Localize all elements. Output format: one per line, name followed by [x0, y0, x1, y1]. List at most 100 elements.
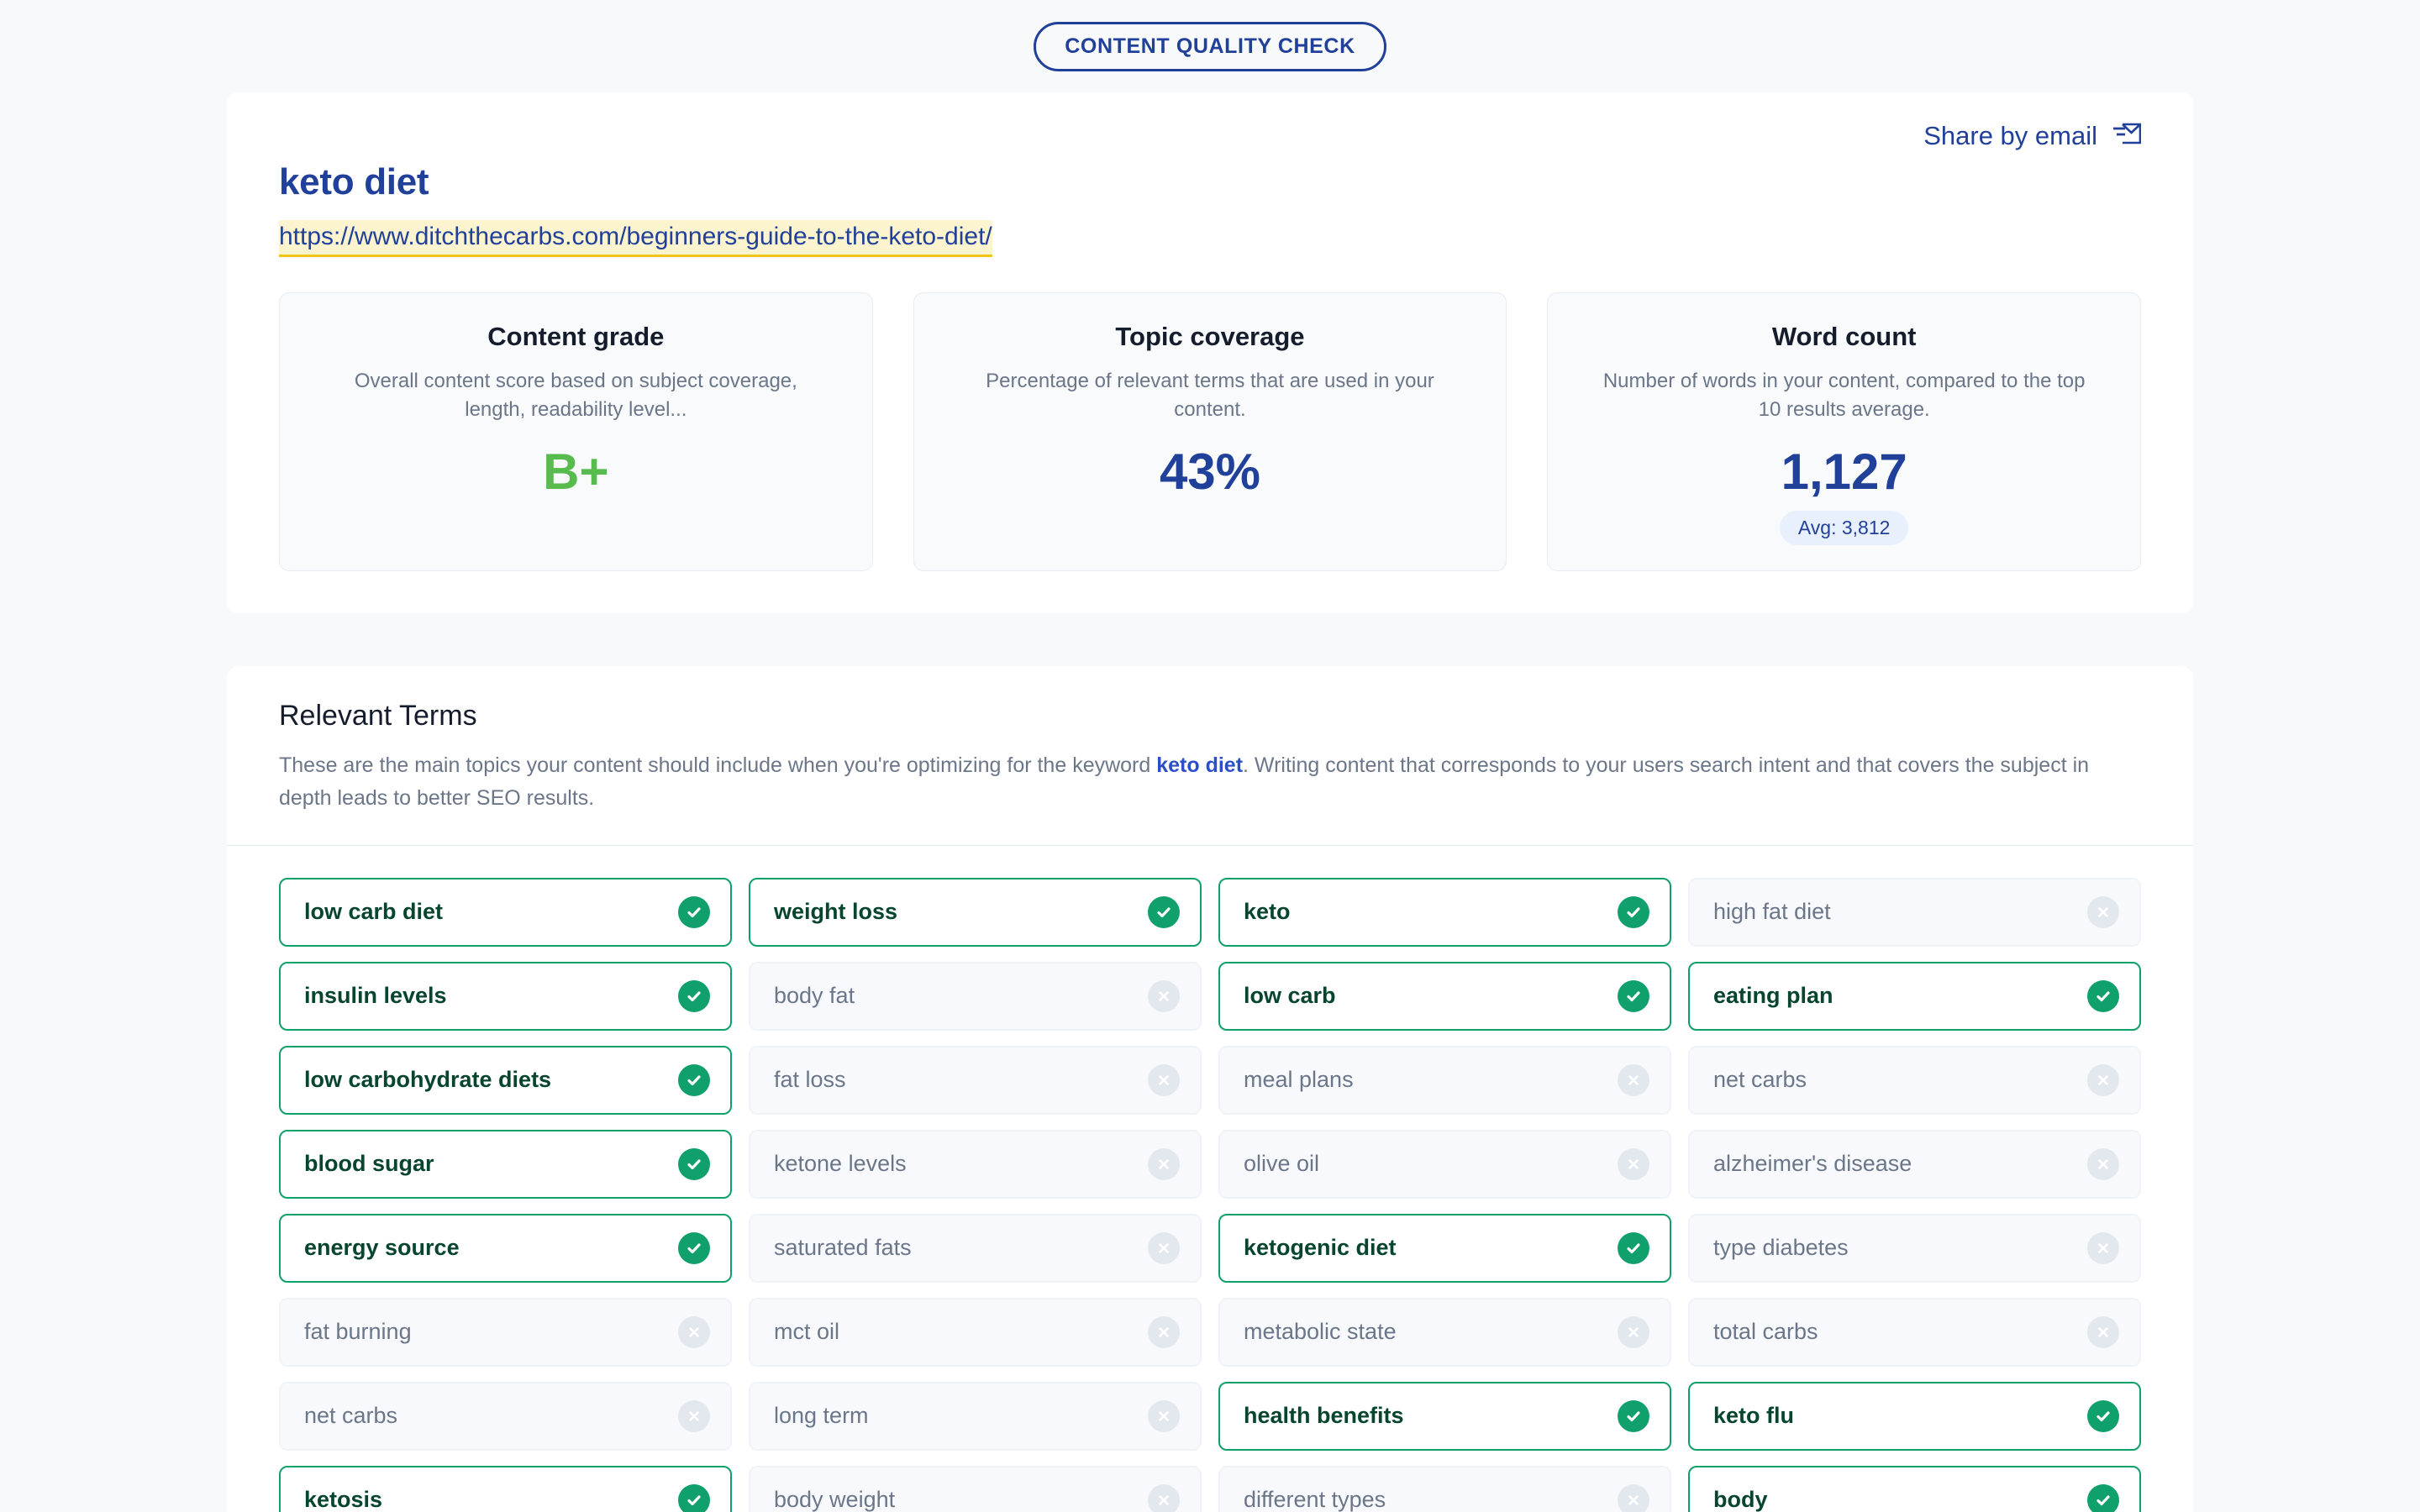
term-label: alzheimer's disease [1713, 1151, 1912, 1177]
term-label: ketogenic diet [1244, 1235, 1397, 1261]
term-pill[interactable]: ketogenic diet [1218, 1213, 1671, 1283]
close-circle-icon[interactable] [1148, 1399, 1180, 1432]
description-before: These are the main topics your content s… [279, 753, 1157, 778]
term-label: net carbs [304, 1403, 398, 1429]
term-label: meal plans [1244, 1067, 1354, 1093]
term-pill[interactable]: type diabetes [1688, 1213, 2141, 1283]
term-label: low carb diet [304, 899, 444, 925]
check-circle-icon[interactable] [1618, 1399, 1649, 1432]
term-pill[interactable]: different types [1218, 1465, 1671, 1512]
term-label: fat loss [774, 1067, 846, 1093]
term-label: low carbohydrate diets [304, 1067, 552, 1093]
metric-value: 1,127 [1781, 444, 1907, 501]
term-pill[interactable]: body fat [749, 961, 1202, 1031]
metric-description: Percentage of relevant terms that are us… [986, 369, 1434, 422]
check-circle-icon[interactable] [2087, 979, 2119, 1012]
term-label: type diabetes [1713, 1235, 1849, 1261]
check-circle-icon[interactable] [1618, 979, 1649, 1012]
close-circle-icon[interactable] [1618, 1063, 1649, 1096]
term-pill[interactable]: blood sugar [279, 1129, 732, 1199]
check-circle-icon[interactable] [678, 979, 710, 1012]
close-circle-icon[interactable] [1618, 1483, 1649, 1512]
term-label: eating plan [1713, 983, 1833, 1009]
close-circle-icon[interactable] [678, 1315, 710, 1348]
term-pill[interactable]: saturated fats [749, 1213, 1202, 1283]
term-label: high fat diet [1713, 899, 1831, 925]
close-circle-icon[interactable] [2087, 1147, 2119, 1180]
term-label: fat burning [304, 1319, 412, 1345]
metric-card-content-grade: Content grade Overall content score base… [279, 291, 873, 572]
metric-description: Number of words in your content, compare… [1602, 369, 2086, 422]
metric-card-word-count: Word count Number of words in your conte… [1547, 291, 2141, 572]
content-quality-check-button[interactable]: CONTENT QUALITY CHECK [1034, 21, 1386, 71]
term-pill[interactable]: body [1688, 1465, 2141, 1512]
term-pill[interactable]: fat burning [279, 1297, 732, 1367]
term-label: mct oil [774, 1319, 840, 1345]
term-pill[interactable]: body weight [749, 1465, 1202, 1512]
term-label: keto flu [1713, 1403, 1795, 1429]
check-circle-icon[interactable] [1618, 1231, 1649, 1264]
close-circle-icon[interactable] [1618, 1315, 1649, 1348]
close-circle-icon[interactable] [2087, 1231, 2119, 1264]
term-pill[interactable]: keto flu [1688, 1381, 2141, 1451]
close-circle-icon[interactable] [1148, 1483, 1180, 1512]
close-circle-icon[interactable] [1148, 1147, 1180, 1180]
check-circle-icon[interactable] [1148, 895, 1180, 928]
metric-average-badge: Avg: 3,812 [1779, 511, 1909, 546]
term-pill[interactable]: long term [749, 1381, 1202, 1451]
top-bar: CONTENT QUALITY CHECK [0, 0, 2420, 92]
term-pill[interactable]: low carb [1218, 961, 1671, 1031]
check-circle-icon[interactable] [678, 895, 710, 928]
close-circle-icon[interactable] [1148, 979, 1180, 1012]
term-pill[interactable]: energy source [279, 1213, 732, 1283]
close-circle-icon[interactable] [2087, 1315, 2119, 1348]
share-by-email-button[interactable]: Share by email [279, 121, 2142, 151]
close-circle-icon[interactable] [1148, 1315, 1180, 1348]
check-circle-icon[interactable] [678, 1063, 710, 1096]
term-pill[interactable]: weight loss [749, 877, 1202, 947]
check-circle-icon[interactable] [678, 1231, 710, 1264]
term-pill[interactable]: mct oil [749, 1297, 1202, 1367]
term-pill[interactable]: total carbs [1688, 1297, 2141, 1367]
term-pill[interactable]: net carbs [1688, 1045, 2141, 1115]
term-pill[interactable]: insulin levels [279, 961, 732, 1031]
term-pill[interactable]: metabolic state [1218, 1297, 1671, 1367]
term-pill[interactable]: keto [1218, 877, 1671, 947]
close-circle-icon[interactable] [678, 1399, 710, 1432]
close-circle-icon[interactable] [1148, 1063, 1180, 1096]
check-circle-icon[interactable] [1618, 895, 1649, 928]
term-pill[interactable]: eating plan [1688, 961, 2141, 1031]
relevant-terms-title: Relevant Terms [279, 700, 477, 732]
check-circle-icon[interactable] [2087, 1399, 2119, 1432]
envelope-send-icon [2112, 121, 2142, 151]
term-pill[interactable]: ketone levels [749, 1129, 1202, 1199]
close-circle-icon[interactable] [2087, 1063, 2119, 1096]
term-label: saturated fats [774, 1235, 912, 1261]
term-pill[interactable]: meal plans [1218, 1045, 1671, 1115]
term-label: body weight [774, 1487, 896, 1512]
term-pill[interactable]: fat loss [749, 1045, 1202, 1115]
term-label: total carbs [1713, 1319, 1818, 1345]
term-pill[interactable]: low carbohydrate diets [279, 1045, 732, 1115]
relevant-terms-grid: low carb diet weight loss keto high fat die… [227, 846, 2193, 1512]
term-pill[interactable]: low carb diet [279, 877, 732, 947]
term-pill[interactable]: ketosis [279, 1465, 732, 1512]
keyword-link[interactable]: keto diet [1156, 753, 1243, 777]
close-circle-icon[interactable] [1148, 1231, 1180, 1264]
check-circle-icon[interactable] [2087, 1483, 2119, 1512]
term-label: different types [1244, 1487, 1386, 1512]
term-label: olive oil [1244, 1151, 1320, 1177]
metrics-row: Content grade Overall content score base… [279, 291, 2141, 572]
term-label: net carbs [1713, 1067, 1807, 1093]
term-pill[interactable]: alzheimer's disease [1688, 1129, 2141, 1199]
check-circle-icon[interactable] [678, 1147, 710, 1180]
term-pill[interactable]: olive oil [1218, 1129, 1671, 1199]
close-circle-icon[interactable] [1618, 1147, 1649, 1180]
check-circle-icon[interactable] [678, 1483, 710, 1512]
document-url-link[interactable]: https://www.ditchthecarbs.com/beginners-… [279, 220, 992, 257]
term-pill[interactable]: net carbs [279, 1381, 732, 1451]
term-pill[interactable]: health benefits [1218, 1381, 1671, 1451]
term-label: keto [1244, 899, 1291, 925]
term-pill[interactable]: high fat diet [1688, 877, 2141, 947]
close-circle-icon[interactable] [2087, 895, 2119, 928]
